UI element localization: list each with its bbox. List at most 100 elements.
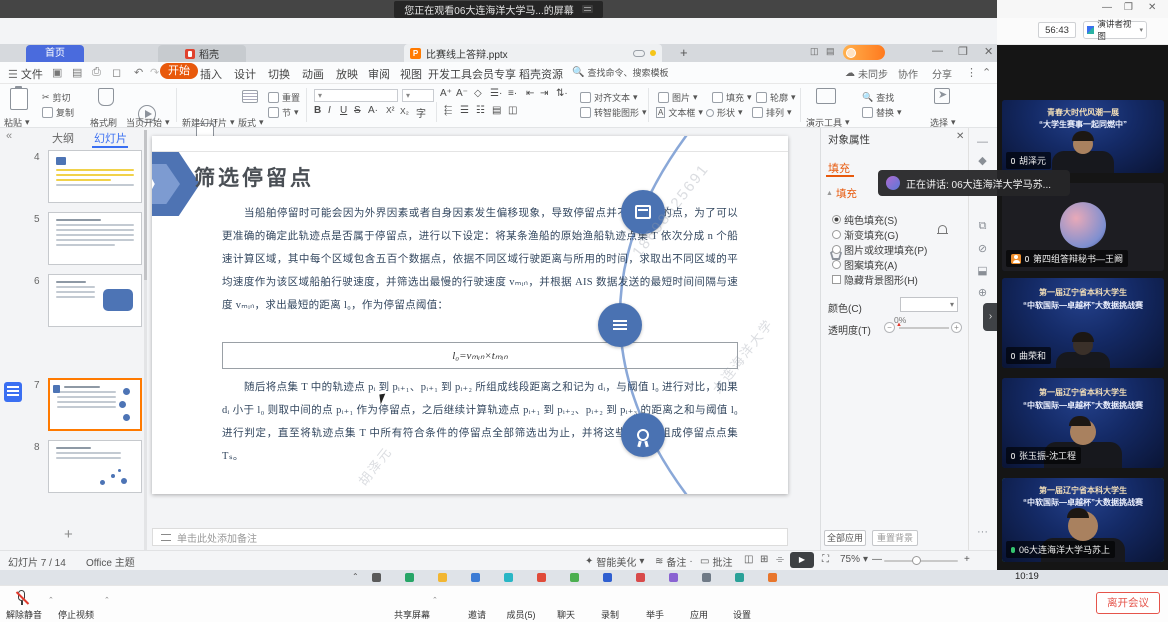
menu-item-design[interactable]: 设计 bbox=[234, 66, 256, 82]
taskbar-app-icon[interactable] bbox=[768, 573, 777, 582]
numbered-list-icon[interactable]: ≡· bbox=[508, 88, 517, 99]
reading-view-icon[interactable]: ⌯ bbox=[776, 554, 784, 565]
meeting-close-button[interactable]: ✕ bbox=[1148, 2, 1156, 13]
save-icon[interactable]: ▣ bbox=[52, 66, 62, 79]
columns-icon[interactable]: ◫ bbox=[508, 105, 517, 116]
collab-button[interactable]: 协作 bbox=[898, 66, 918, 81]
notes-toggle-button[interactable]: ≋备注· bbox=[655, 554, 693, 569]
reset-background-button[interactable]: 重置背景 bbox=[872, 530, 918, 546]
panel-collapse-handle[interactable]: › bbox=[983, 303, 998, 331]
menu-item-docer-res[interactable]: 稻壳资源 bbox=[519, 66, 563, 82]
transparency-track[interactable] bbox=[899, 327, 949, 329]
menu-item-review[interactable]: 审阅 bbox=[368, 66, 390, 82]
menu-item-slideshow[interactable]: 放映 bbox=[336, 66, 358, 82]
export-icon[interactable]: ▤ bbox=[72, 66, 82, 79]
arrange-button[interactable]: 排列▾ bbox=[752, 106, 792, 119]
panel-close-icon[interactable]: ✕ bbox=[956, 131, 964, 142]
slideshow-play-button[interactable]: ▶ bbox=[790, 552, 814, 568]
decrease-font-icon[interactable]: A⁻ bbox=[456, 88, 468, 99]
stop-video-label[interactable]: 停止视频 bbox=[50, 608, 102, 621]
toc-panel-icon[interactable] bbox=[4, 382, 22, 402]
bell-icon[interactable] bbox=[938, 225, 947, 233]
plugin-strip-icon[interactable]: ⊕ bbox=[968, 286, 997, 299]
radio-gradient-fill[interactable]: 渐变填充(G) bbox=[832, 227, 898, 242]
indent-decrease-icon[interactable]: ⇤ bbox=[526, 88, 534, 99]
view-mode-button[interactable]: 演讲者视图 ▾ bbox=[1083, 21, 1147, 39]
picture-button[interactable]: 图片▾ bbox=[658, 91, 698, 104]
format-painter-label[interactable]: 格式刷 bbox=[90, 116, 117, 129]
font-color-icon[interactable]: A· bbox=[368, 105, 378, 116]
replace-button[interactable]: 替换▾ bbox=[862, 106, 902, 119]
font-family-select[interactable]: ▾ bbox=[314, 89, 398, 102]
fill-button[interactable]: 填充▾ bbox=[712, 91, 752, 104]
mic-options-caret[interactable]: ⌃ bbox=[48, 596, 54, 604]
video-options-caret[interactable]: ⌃ bbox=[104, 596, 110, 604]
tab-list-icon[interactable]: ◫ bbox=[810, 46, 819, 57]
to-smartart-button[interactable]: 转智能图形▾ bbox=[580, 106, 647, 119]
menu-item-view[interactable]: 视图 bbox=[400, 66, 422, 82]
layout-icon[interactable] bbox=[242, 90, 258, 103]
checkbox-hide-background[interactable]: 隐藏背景图形(H) bbox=[832, 272, 918, 287]
media-strip-icon[interactable]: ⬓ bbox=[968, 264, 997, 277]
align-text-button[interactable]: 对齐文本▾ bbox=[580, 91, 638, 104]
play-from-current-label[interactable]: 当页开始▾ bbox=[126, 116, 170, 129]
share-screen-label[interactable]: 共享屏幕 bbox=[386, 608, 438, 621]
video-feed-2[interactable]: 第四组答辩秘书—王阚 bbox=[1002, 183, 1164, 271]
section-button[interactable]: 节▾ bbox=[268, 106, 299, 119]
command-search[interactable]: 🔍查找命令、搜索模板 bbox=[572, 66, 668, 79]
menu-item-member[interactable]: 会员专享 bbox=[472, 66, 516, 82]
radio-picture-fill[interactable]: 图片或纹理填充(P) bbox=[832, 242, 927, 257]
italic-icon[interactable]: I bbox=[328, 105, 331, 116]
font-size-select[interactable]: ▾ bbox=[402, 89, 434, 102]
bold-icon[interactable]: B bbox=[314, 105, 321, 116]
select-icon[interactable]: ➤ bbox=[934, 88, 950, 104]
zoom-slider-track[interactable] bbox=[884, 560, 958, 562]
wps-restore-button[interactable]: ❐ bbox=[958, 45, 968, 58]
fit-slide-icon[interactable]: ⛶ bbox=[822, 554, 829, 565]
find-button[interactable]: 🔍查找 bbox=[862, 91, 894, 104]
menu-item-insert[interactable]: 插入 bbox=[200, 66, 222, 82]
menu-item-animation[interactable]: 动画 bbox=[302, 66, 324, 82]
comments-button[interactable]: ▭批注 bbox=[700, 554, 732, 569]
radio-solid-fill[interactable]: 纯色填充(S) bbox=[832, 212, 897, 227]
strip-more-icon[interactable]: ··· bbox=[968, 526, 997, 538]
share-button[interactable]: 分享 bbox=[932, 66, 952, 81]
animation-pane-icon[interactable]: ⧉ bbox=[968, 220, 997, 233]
more-menu-icon[interactable]: ⋮ bbox=[966, 66, 977, 79]
slides-tab[interactable]: 幻灯片 bbox=[94, 130, 127, 146]
slide-thumbnail-6[interactable] bbox=[48, 274, 142, 327]
clear-format-icon[interactable]: ◇ bbox=[474, 88, 482, 99]
bullet-list-icon[interactable]: ☰· bbox=[490, 88, 502, 99]
preview-icon[interactable]: ◻ bbox=[112, 66, 121, 79]
wps-minimize-button[interactable]: — bbox=[932, 45, 943, 57]
taskbar-app-icon[interactable] bbox=[438, 573, 447, 582]
unmute-icon[interactable] bbox=[18, 590, 25, 601]
leave-meeting-button[interactable]: 离开会议 bbox=[1096, 592, 1160, 614]
slide-thumbnail-4[interactable] bbox=[48, 150, 142, 203]
taskbar-app-icon[interactable] bbox=[636, 573, 645, 582]
align-left-icon[interactable]: ⬱ bbox=[444, 105, 452, 116]
collapse-ribbon-icon[interactable]: ⌃ bbox=[982, 66, 991, 79]
member-promo-badge[interactable] bbox=[843, 45, 885, 60]
taskbar-app-icon[interactable] bbox=[372, 573, 381, 582]
print-icon[interactable]: ⎙ bbox=[92, 66, 101, 79]
apply-all-button[interactable]: 全部应用 bbox=[824, 530, 866, 546]
meeting-minimize-button[interactable]: — bbox=[1102, 2, 1112, 13]
tab-document[interactable]: P 比赛线上答辩.pptx bbox=[404, 44, 662, 62]
workspace-icon[interactable]: ▤ bbox=[826, 46, 835, 57]
redo-icon[interactable]: ↷ bbox=[150, 66, 159, 79]
sorter-view-icon[interactable]: ⊞ bbox=[760, 554, 768, 565]
share-banner-menu-icon[interactable] bbox=[582, 5, 593, 13]
wps-close-button[interactable]: ✕ bbox=[984, 45, 993, 58]
meeting-restore-button[interactable]: ❐ bbox=[1124, 2, 1133, 13]
slide-thumbnail-5[interactable] bbox=[48, 212, 142, 265]
copy-button[interactable]: 复制 bbox=[42, 106, 74, 119]
color-dropdown[interactable]: ▾ bbox=[900, 297, 958, 312]
indent-increase-icon[interactable]: ⇥ bbox=[540, 88, 548, 99]
video-feed-1[interactable]: 青春大时代风潮一展 “大学生赛事一起同燃中” 胡泽元 bbox=[1002, 100, 1164, 173]
undo-icon[interactable]: ↶ bbox=[134, 66, 143, 79]
zoom-in-button[interactable]: + bbox=[964, 554, 970, 565]
video-feed-5-speaking[interactable]: 第一届辽宁省本科大学生 “中软国际—卓越杯”大数据挑战赛 06大连海洋大学马苏上 bbox=[1002, 478, 1164, 562]
collapse-panel-button[interactable]: « bbox=[6, 130, 12, 142]
slide-thumbnail-7-selected[interactable] bbox=[48, 378, 142, 431]
